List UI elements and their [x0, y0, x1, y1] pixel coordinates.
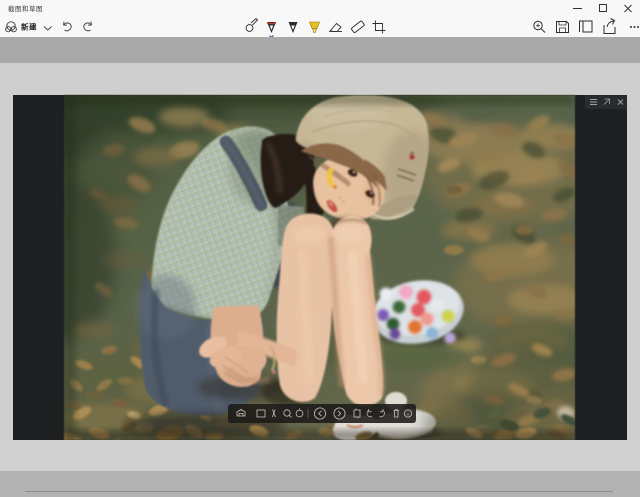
- svg-text:新建: 新建: [21, 22, 37, 32]
